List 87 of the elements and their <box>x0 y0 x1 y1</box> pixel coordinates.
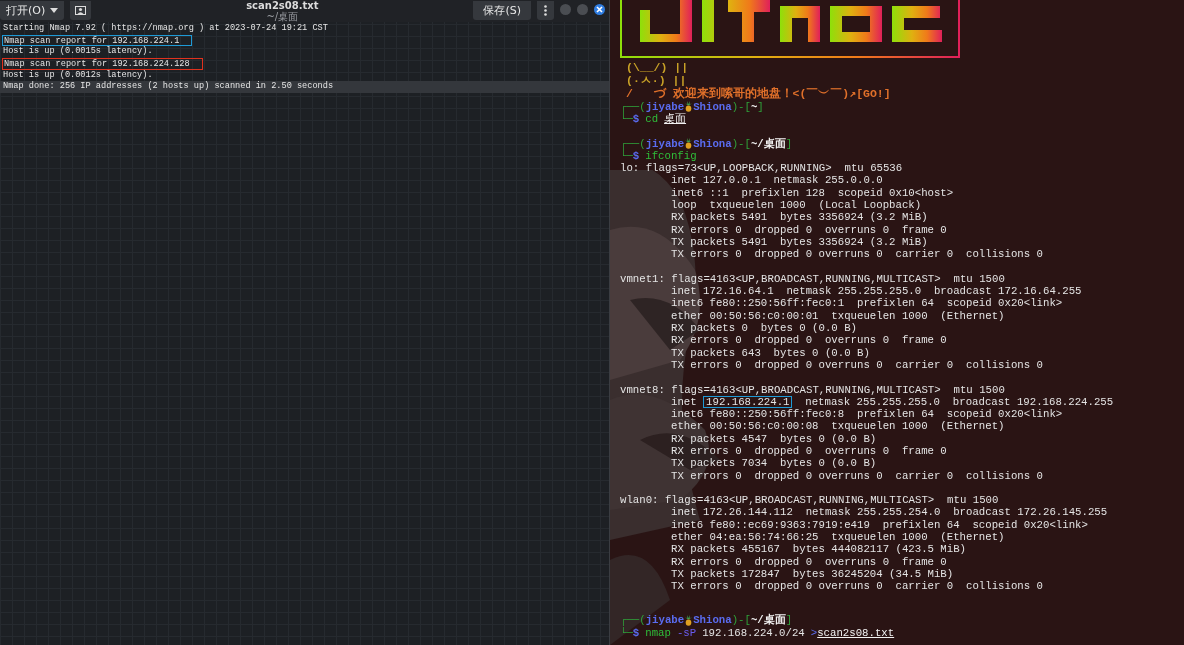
output-line: ether 00:50:56:c0:00:01 txqueuelen 1000 (Ethernet) <box>670 309 1006 322</box>
output-line: loop txqueuelen 1000 (Local Loopback) <box>670 199 923 212</box>
pineapple-icon <box>685 615 693 627</box>
prompt-frame: )-[ <box>731 614 751 627</box>
window-subtitle: ~/桌面 <box>266 11 299 22</box>
command-text: nmap <box>645 626 671 639</box>
output-line: RX packets 5491 bytes 3356924 (3.2 MiB) <box>670 211 929 224</box>
output-line: RX errors 0 dropped 0 overruns 0 frame 0 <box>670 445 948 458</box>
output-line: lo: flags=73<UP,LOOPBACK,RUNNING> mtu 65536 <box>620 162 904 175</box>
contact-button[interactable] <box>70 0 92 20</box>
output-text: inet <box>671 395 698 409</box>
text-line: Host is up (0.0012s latency). <box>3 69 153 81</box>
menu-button[interactable] <box>537 0 554 20</box>
output-line: inet6 fe80::250:56ff:fec0:1 prefixlen 64 scopeid 0x20<link> <box>670 297 1064 310</box>
pineapple-icon <box>685 101 693 113</box>
prompt-frame: ┌──( <box>620 614 646 627</box>
prompt-frame: ] <box>785 614 793 627</box>
prompt-frame: └─ <box>620 626 633 639</box>
prompt-frame: )-[ <box>731 137 751 150</box>
command-text: ifconfig <box>645 149 697 163</box>
prompt-frame: ] <box>785 137 793 150</box>
prompt-frame: └─ <box>620 149 633 163</box>
user-name: jiyabe <box>645 614 685 627</box>
output-text: 192.168.224.1 <box>703 395 793 408</box>
output-text: netmask 255.255.255.0 broadcast 192.168.224.255 <box>804 395 1114 409</box>
text-line: Starting Nmap 7.92 ( https://nmap.org ) at 2023-07-24 19:21 CST <box>3 23 328 35</box>
output-line: vmnet8: flags=4163<UP,BROADCAST,RUNNING,MULTICAST> mtu 1500 <box>620 383 1006 396</box>
user-name: Shiona <box>693 100 732 113</box>
prompt-symbol: $ <box>632 112 640 126</box>
redirect-symbol: > <box>810 626 818 639</box>
close-button[interactable] <box>594 3 605 15</box>
ascii-art-line: (\__/) || <box>626 62 689 75</box>
output-line: TX packets 5491 bytes 3356924 (3.2 MiB) <box>670 235 929 249</box>
user-name: Shiona <box>693 614 732 627</box>
prompt-symbol: $ <box>632 626 640 639</box>
text-line: Nmap done: 256 IP addresses (2 hosts up) scanned in 2.50 seconds <box>3 81 334 94</box>
user-name: Shiona <box>693 137 732 150</box>
prompt-frame: ┌──( <box>620 137 646 150</box>
output-line: wlan0: flags=4163<UP,BROADCAST,RUNNING,MULTICAST> mtu 1500 <box>620 494 1000 507</box>
output-line: ether 00:50:56:c0:00:08 txqueuelen 1000 (Ethernet) <box>670 420 1006 433</box>
output-line: TX errors 0 dropped 0 overruns 0 carrier 0 collisions 0 <box>670 358 1044 372</box>
output-line: RX errors 0 dropped 0 overruns 0 frame 0 <box>670 223 948 236</box>
command-option: -sP <box>676 626 697 639</box>
contact-icon <box>75 5 87 15</box>
command-text: cd <box>645 112 659 126</box>
text-line: Host is up (0.0015s latency). <box>3 46 153 59</box>
output-line: RX packets 4547 bytes 0 (0.0 B) <box>670 432 878 445</box>
user-name: jiyabe <box>645 137 685 150</box>
current-directory: ~ <box>750 100 758 113</box>
file-path: 桌面 <box>664 112 687 126</box>
output-line: RX packets 0 bytes 0 (0.0 B) <box>670 322 858 335</box>
user-name: jiyabe <box>645 100 685 113</box>
output-line: inet6 fe80::250:56ff:fec0:8 prefixlen 64 scopeid 0x20<link> <box>670 408 1064 421</box>
prompt-frame: └─ <box>620 112 633 126</box>
output-line: inet 127.0.0.1 netmask 255.0.0.0 <box>670 174 884 187</box>
output-line: TX errors 0 dropped 0 overruns 0 carrier 0 collisions 0 <box>670 469 1044 482</box>
file-path: scan2s08.txt <box>817 626 895 639</box>
ascii-art-line: (·ㅅ·) || <box>626 74 687 88</box>
output-line: RX packets 455167 bytes 444082117 (423.5 MiB) <box>670 543 968 556</box>
window-title: scan2s08.txt <box>246 0 319 11</box>
menu-icon <box>544 4 547 16</box>
output-line: vmnet1: flags=4163<UP,BROADCAST,RUNNING,MULTICAST> mtu 1500 <box>620 272 1006 286</box>
output-line: inet 172.16.64.1 netmask 255.255.255.0 broadcast 172.16.64.255 <box>670 285 1083 298</box>
current-directory: ~/桌面 <box>750 614 786 627</box>
save-button[interactable]: 保存(S) <box>473 0 531 20</box>
ascii-art-line: / づ 欢迎来到嗦哥的地盘！<(￣︶￣)↗[GO!] <box>626 87 891 101</box>
prompt-frame: ┌──( <box>620 100 646 113</box>
current-directory: ~/桌面 <box>750 137 786 150</box>
output-line: RX errors 0 dropped 0 overruns 0 frame 0 <box>670 555 948 568</box>
output-line: TX packets 172847 bytes 36245204 (34.5 MiB) <box>670 567 955 581</box>
close-icon <box>596 5 603 13</box>
output-line: TX errors 0 dropped 0 overruns 0 carrier 0 collisions 0 <box>670 580 1044 593</box>
pineapple-icon <box>685 138 693 150</box>
command-argument: 192.168.224.0/24 <box>702 626 805 639</box>
prompt-frame: )-[ <box>731 100 751 113</box>
open-button[interactable]: 打开(O) <box>0 0 65 20</box>
output-line: TX packets 7034 bytes 0 (0.0 B) <box>670 457 878 470</box>
output-line: RX errors 0 dropped 0 overruns 0 frame 0 <box>670 334 948 347</box>
caret-icon <box>50 7 59 13</box>
prompt-frame: ] <box>757 100 764 113</box>
output-line: TX packets 643 bytes 0 (0.0 B) <box>670 346 871 359</box>
output-line: inet6 ::1 prefixlen 128 scopeid 0x10<host> <box>670 186 955 200</box>
prompt-symbol: $ <box>632 149 640 163</box>
output-line: inet 172.26.144.112 netmask 255.255.254.0 broadcast 172.26.145.255 <box>670 506 1109 519</box>
output-line: inet6 fe80::ec69:9363:7919:e419 prefixlen 64 scopeid 0x20<link> <box>670 518 1089 532</box>
output-line: TX errors 0 dropped 0 overruns 0 carrier 0 collisions 0 <box>670 248 1044 261</box>
output-line: ether 04:ea:56:74:66:25 txqueuelen 1000 (Ethernet) <box>670 531 1006 544</box>
